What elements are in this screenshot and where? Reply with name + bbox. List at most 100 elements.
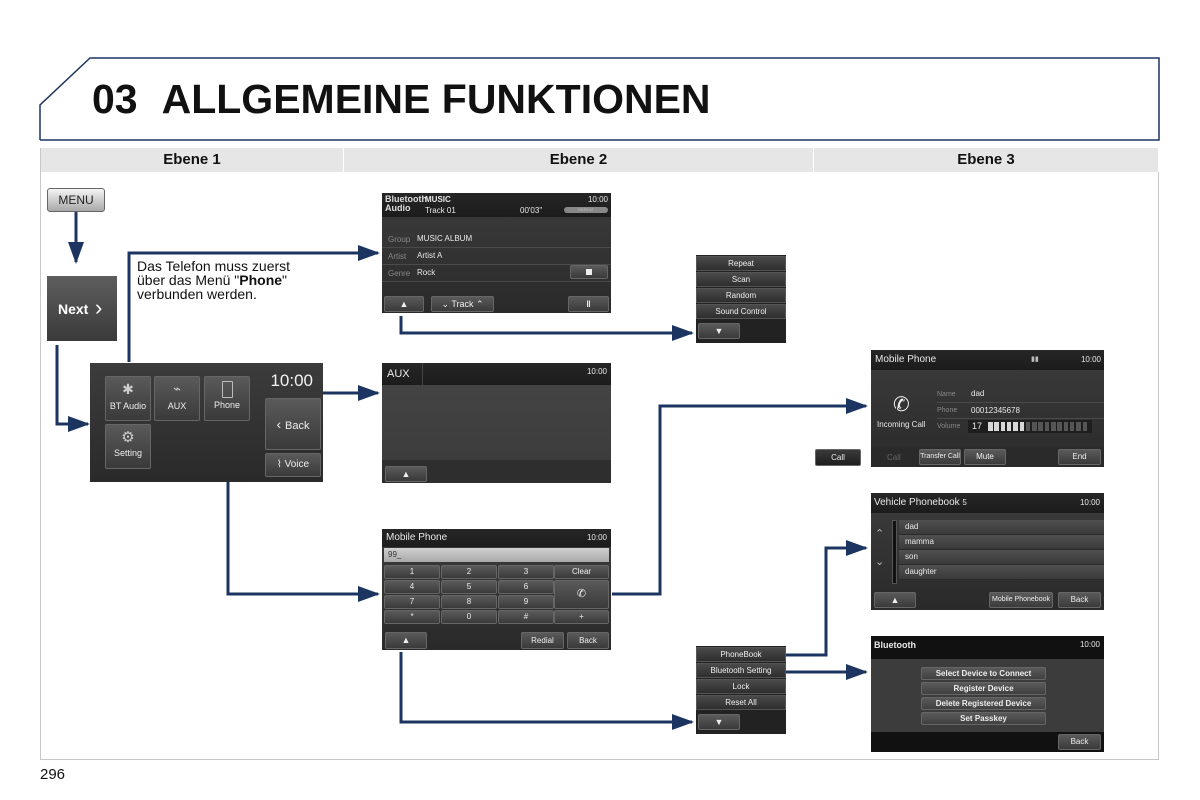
- incoming-time: 10:00: [1080, 355, 1101, 364]
- clear-button[interactable]: Clear: [554, 565, 609, 579]
- tile-bt-audio[interactable]: ✱ BT Audio: [105, 376, 151, 421]
- key-*[interactable]: *: [384, 610, 440, 624]
- menu-item-scan[interactable]: Scan: [696, 272, 786, 287]
- menu-item-random[interactable]: Random: [696, 288, 786, 303]
- key-0[interactable]: 0: [441, 610, 497, 624]
- bluetooth-screen: Bluetooth 10:00 Select Device to Connect…: [871, 636, 1104, 752]
- artist-row: Artist Artist A: [382, 248, 611, 265]
- key-7[interactable]: 7: [384, 595, 440, 609]
- volume-segment: [1038, 422, 1043, 431]
- volume-value: 17: [972, 421, 983, 431]
- volume-segment: [1082, 422, 1087, 431]
- tile-phone[interactable]: Phone: [204, 376, 250, 421]
- disabled-call-button[interactable]: Call: [887, 453, 901, 462]
- dialer-screen: Mobile Phone 10:00 99_ 1 2 3 4 5 6 7 8 9 * 0 # Clea…: [382, 529, 611, 650]
- phonebook-entry[interactable]: daughter: [899, 565, 1104, 580]
- menu-button[interactable]: MENU: [47, 188, 105, 212]
- note-line-3: verbunden werden.: [137, 286, 257, 302]
- volume-segment: [1032, 422, 1037, 431]
- phonebook-entry[interactable]: mamma: [899, 535, 1104, 550]
- bluetooth-status-bar: Bluetooth 10:00: [871, 636, 1104, 659]
- volume-segment: [1076, 422, 1081, 431]
- key-1[interactable]: 1: [384, 565, 440, 579]
- phonebook-entry[interactable]: son: [899, 550, 1104, 565]
- dialer-title: Mobile Phone: [386, 532, 448, 543]
- scrollbar[interactable]: [892, 520, 897, 584]
- bluetooth-option[interactable]: Select Device to Connect: [921, 667, 1046, 680]
- volume-segment: [1025, 422, 1031, 431]
- menu-item-lock[interactable]: Lock: [696, 679, 786, 694]
- redial-button[interactable]: Redial: [521, 632, 564, 649]
- next-button[interactable]: Next ›: [47, 276, 117, 341]
- back-button[interactable]: ‹ Back: [265, 398, 321, 450]
- phonebook-eject-button[interactable]: ▲: [874, 592, 916, 608]
- menu-item-sound-control[interactable]: Sound Control: [696, 304, 786, 319]
- page-number: 296: [40, 766, 66, 783]
- phone-menu-collapse-button[interactable]: ▼: [698, 714, 740, 730]
- menu-item-reset-all[interactable]: Reset All: [696, 695, 786, 710]
- end-call-button[interactable]: End: [1058, 449, 1101, 465]
- dialer-back-button[interactable]: Back: [567, 632, 609, 649]
- track-button[interactable]: ⌄ Track ⌃: [431, 296, 494, 312]
- bt-audio-title: MUSIC: [425, 195, 451, 204]
- incoming-title: Mobile Phone: [875, 354, 937, 365]
- chapter-title-text: ALLGEMEINE FUNKTIONEN: [161, 76, 711, 122]
- stop-button[interactable]: [570, 265, 608, 279]
- genre-label: Genre: [388, 269, 411, 278]
- transfer-call-button[interactable]: Transfer Call: [919, 449, 961, 465]
- scroll-down-icon[interactable]: ⌄: [875, 555, 884, 568]
- menu-item-phonebook[interactable]: PhoneBook: [696, 647, 786, 662]
- bluetooth-icon: ✱: [122, 381, 134, 397]
- next-label: Next: [58, 301, 89, 317]
- key-#[interactable]: #: [498, 610, 554, 624]
- phonebook-screen: Vehicle Phonebook 5 10:00 ⌃ ⌄ dad mamma so…: [871, 493, 1104, 610]
- aux-eject-button[interactable]: ▲: [385, 466, 427, 482]
- plus-button[interactable]: +: [554, 610, 609, 624]
- phonebook-back-button[interactable]: Back: [1058, 592, 1101, 608]
- volume-meter[interactable]: 17: [968, 420, 1092, 433]
- volume-segment: [1013, 422, 1018, 431]
- key-9[interactable]: 9: [498, 595, 554, 609]
- tile-setting[interactable]: ⚙ Setting: [105, 424, 151, 469]
- phonebook-entry[interactable]: dad: [899, 520, 1104, 535]
- mute-button[interactable]: Mute: [964, 449, 1006, 465]
- key-5[interactable]: 5: [441, 580, 497, 594]
- artist-value: Artist A: [417, 251, 443, 260]
- volume-segment: [1044, 422, 1050, 431]
- key-2[interactable]: 2: [441, 565, 497, 579]
- dialer-eject-button[interactable]: ▲: [385, 632, 427, 649]
- caller-name: dad: [971, 389, 985, 398]
- dialer-time: 10:00: [586, 533, 607, 542]
- voice-button[interactable]: ⌇ Voice: [265, 453, 321, 477]
- back-label: Back: [285, 420, 310, 432]
- triangle-up-icon: ▲: [401, 469, 411, 479]
- volume-segment: [988, 422, 993, 431]
- home-screen: 10:00 ✱ BT Audio ⌁ AUX Phone ⚙ Setting ‹…: [90, 363, 323, 482]
- menu-item-repeat[interactable]: Repeat: [696, 256, 786, 271]
- column-header-level3: Ebene 3: [814, 148, 1159, 172]
- dial-number-input[interactable]: 99_: [384, 548, 609, 562]
- bt-audio-elapsed: 00'03": [520, 206, 543, 215]
- menu-collapse-button[interactable]: ▼: [698, 323, 740, 339]
- bluetooth-option[interactable]: Delete Registered Device: [921, 697, 1046, 710]
- call-button[interactable]: Call: [815, 449, 861, 466]
- key-4[interactable]: 4: [384, 580, 440, 594]
- scroll-up-icon[interactable]: ⌃: [875, 527, 884, 540]
- tile-aux[interactable]: ⌁ AUX: [154, 376, 200, 421]
- bluetooth-back-button[interactable]: Back: [1058, 734, 1101, 750]
- eject-button[interactable]: ▲: [384, 296, 424, 312]
- dial-call-button[interactable]: ✆: [554, 580, 609, 609]
- key-3[interactable]: 3: [498, 565, 554, 579]
- mobile-phonebook-button[interactable]: Mobile Phonebook: [989, 592, 1053, 608]
- volume-segment: [1000, 422, 1006, 431]
- chevron-right-icon: ›: [95, 295, 103, 320]
- key-8[interactable]: 8: [441, 595, 497, 609]
- bluetooth-option[interactable]: Register Device: [921, 682, 1046, 695]
- pause-button[interactable]: ǁ: [568, 296, 609, 312]
- phonebook-status-bar: Vehicle Phonebook 5 10:00: [871, 493, 1104, 513]
- key-6[interactable]: 6: [498, 580, 554, 594]
- repeat-badge: REPEAT: [564, 207, 608, 213]
- volume-segment: [1051, 422, 1056, 431]
- menu-item-bluetooth-setting[interactable]: Bluetooth Setting: [696, 663, 786, 678]
- bluetooth-option[interactable]: Set Passkey: [921, 712, 1046, 725]
